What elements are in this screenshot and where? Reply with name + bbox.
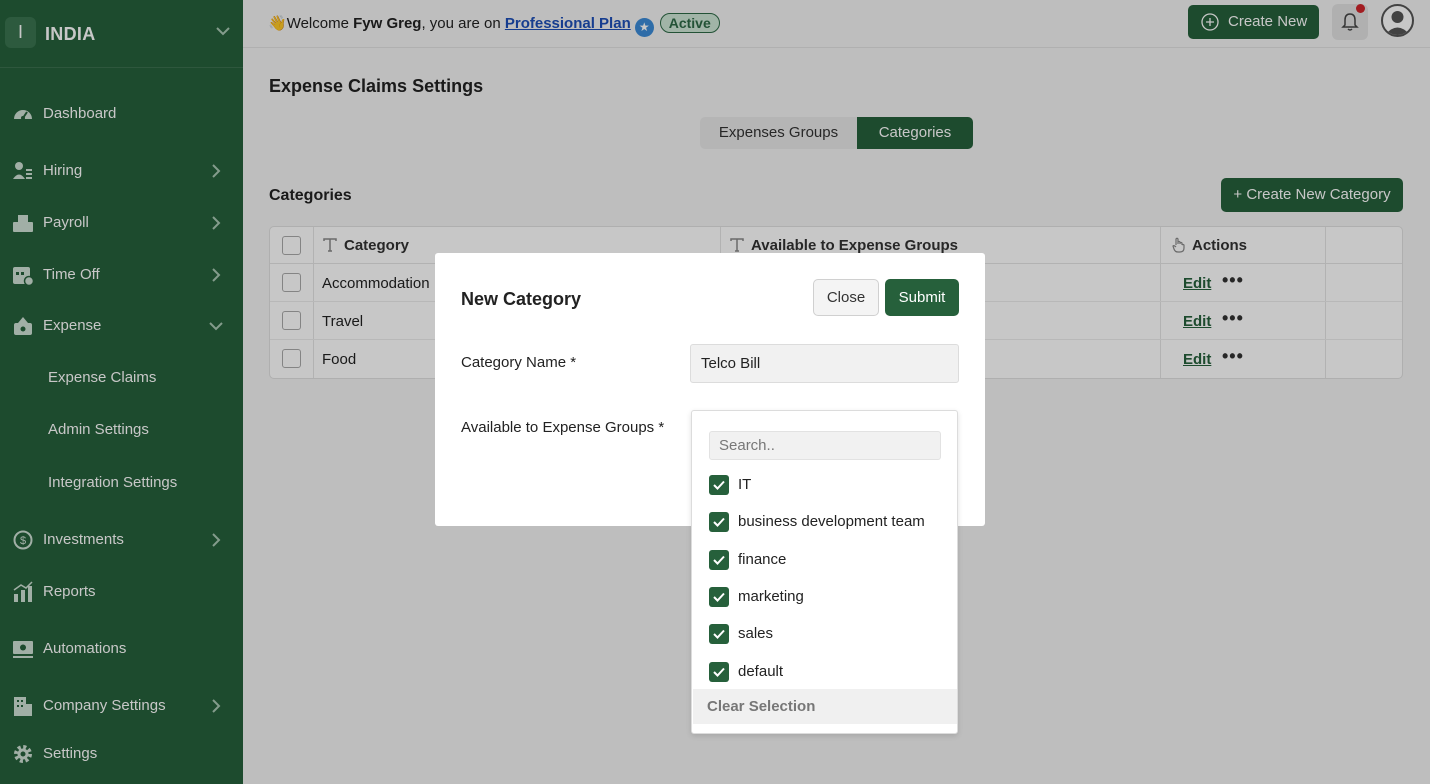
modal-title: New Category xyxy=(461,289,582,309)
option-label: finance xyxy=(738,551,787,568)
category-name-label: Category Name * xyxy=(461,354,577,371)
option-it[interactable]: IT xyxy=(709,474,949,496)
checkbox-checked[interactable] xyxy=(709,550,729,570)
option-label: marketing xyxy=(738,588,804,605)
check-icon xyxy=(713,555,725,565)
check-icon xyxy=(713,667,725,677)
option-label: business development team xyxy=(738,513,925,530)
check-icon xyxy=(713,480,725,490)
option-default[interactable]: default xyxy=(709,661,949,683)
search-input[interactable] xyxy=(709,431,941,460)
option-finance[interactable]: finance xyxy=(709,549,949,571)
check-icon xyxy=(713,592,725,602)
clear-selection-button[interactable]: Clear Selection xyxy=(693,689,957,724)
submit-button[interactable]: Submit xyxy=(885,279,959,316)
checkbox-checked[interactable] xyxy=(709,475,729,495)
checkbox-checked[interactable] xyxy=(709,587,729,607)
option-label: default xyxy=(738,663,784,680)
checkbox-checked[interactable] xyxy=(709,624,729,644)
category-name-input[interactable] xyxy=(690,344,959,383)
expense-groups-dropdown: IT business development team finance mar… xyxy=(691,410,958,734)
option-label: sales xyxy=(738,625,774,642)
option-business-development-team[interactable]: business development team xyxy=(709,511,949,533)
option-marketing[interactable]: marketing xyxy=(709,586,949,608)
checkbox-checked[interactable] xyxy=(709,512,729,532)
check-icon xyxy=(713,629,725,639)
option-label: IT xyxy=(738,476,752,493)
option-sales[interactable]: sales xyxy=(709,623,949,645)
expense-groups-label: Available to Expense Groups * xyxy=(461,419,665,436)
close-button[interactable]: Close xyxy=(813,279,879,316)
check-icon xyxy=(713,517,725,527)
checkbox-checked[interactable] xyxy=(709,662,729,682)
